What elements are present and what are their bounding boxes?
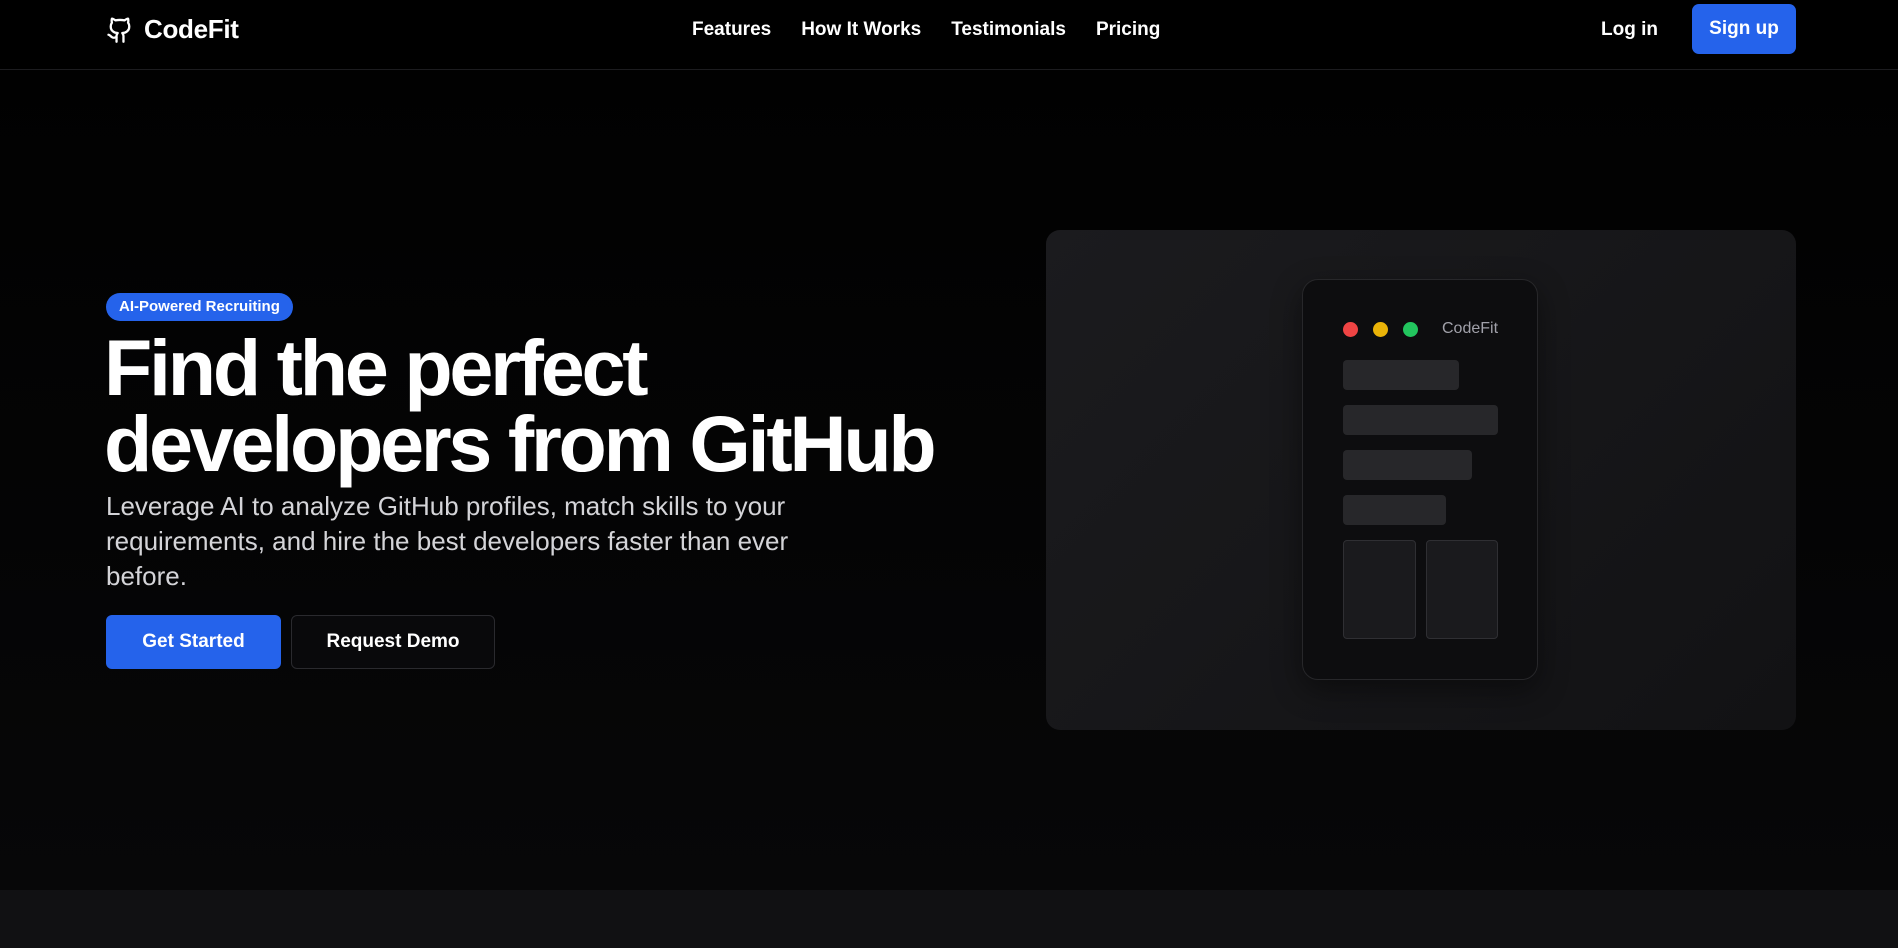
skeleton-bar (1343, 405, 1498, 435)
login-link[interactable]: Log in (1601, 16, 1658, 44)
github-icon (107, 17, 131, 43)
hero-badge: AI-Powered Recruiting (106, 293, 293, 321)
get-started-button[interactable]: Get Started (106, 615, 281, 669)
skeleton-bar (1343, 360, 1459, 390)
next-section (0, 890, 1898, 948)
request-demo-button[interactable]: Request Demo (291, 615, 495, 669)
brand-name: CodeFit (144, 13, 239, 44)
skeleton-bar (1343, 495, 1446, 525)
headline-line-2: developers from GitHub (104, 399, 937, 488)
skeleton-card (1426, 540, 1498, 639)
hero-subtext: Leverage AI to analyze GitHub profiles, … (106, 491, 789, 591)
nav-link-pricing[interactable]: Pricing (1096, 19, 1160, 41)
nav-link-testimonials[interactable]: Testimonials (951, 19, 1066, 41)
window-maximize-dot (1403, 322, 1418, 337)
skeleton-bar (1343, 450, 1472, 480)
brand-logo[interactable]: CodeFit (106, 12, 239, 46)
signup-button[interactable]: Sign up (1692, 4, 1796, 54)
site-header: CodeFit Features How It Works Testimonia… (0, 0, 1898, 70)
mockup-app-title: CodeFit (1442, 320, 1499, 337)
hero-headline: Find the perfect developers from GitHub (104, 328, 944, 483)
main-nav: Features How It Works Testimonials Prici… (692, 16, 1160, 44)
window-close-dot (1343, 322, 1358, 337)
nav-link-features[interactable]: Features (692, 19, 771, 41)
window-minimize-dot (1373, 322, 1388, 337)
skeleton-card (1343, 540, 1416, 639)
nav-link-how-it-works[interactable]: How It Works (801, 19, 921, 41)
